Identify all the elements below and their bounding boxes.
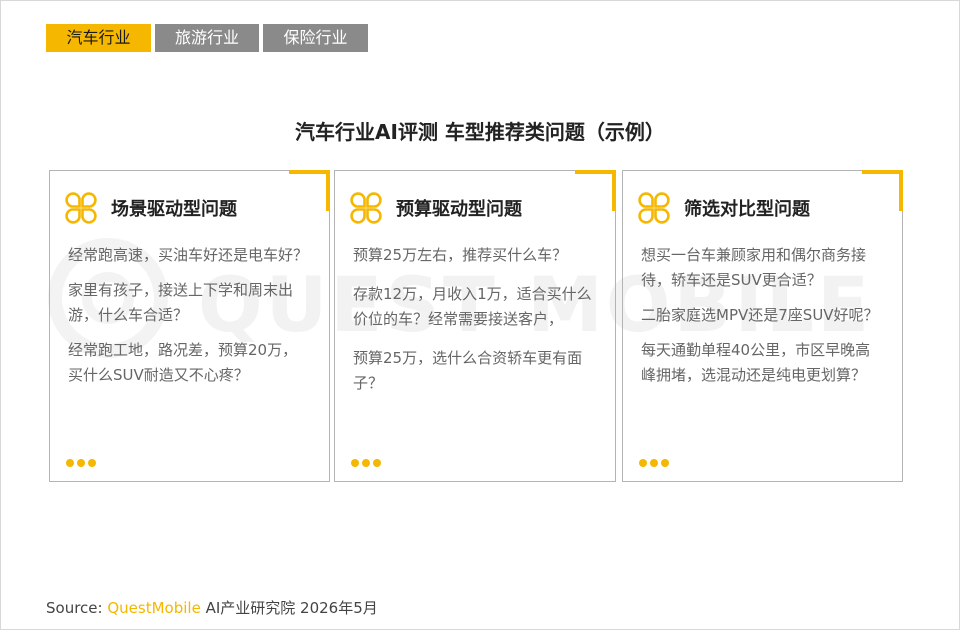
card-scenario: 场景驱动型问题 经常跑高速，买油车好还是电车好？ 家里有孩子，接送上下学和周末出…	[49, 170, 330, 482]
four-leaf-clover-icon	[638, 192, 670, 224]
question-item: 存款12万，月收入1万，适合买什么价位的车？经常需要接送客户，	[353, 285, 592, 328]
question-item: 家里有孩子，接送上下学和周末出游，什么车合适？	[68, 281, 294, 324]
question-list: 预算25万左右，推荐买什么车？ 存款12万，月收入1万，适合买什么价位的车？经常…	[353, 243, 597, 406]
question-item: 预算25万左右，推荐买什么车？	[353, 246, 568, 264]
card-header: 筛选对比型问题	[637, 191, 810, 225]
tab-insurance[interactable]: 保险行业	[263, 24, 368, 52]
tab-auto[interactable]: 汽车行业	[46, 24, 151, 52]
question-item: 经常跑工地，路况差，预算20万，买什么SUV耐造又不心疼？	[68, 341, 298, 384]
question-item: 二胎家庭选MPV还是7座SUV好呢？	[641, 306, 879, 324]
three-dots-icon	[66, 459, 96, 467]
three-dots-icon	[639, 459, 669, 467]
four-leaf-clover-icon	[65, 192, 97, 224]
question-list: 想买一台车兼顾家用和偶尔商务接待，轿车还是SUV更合适？ 二胎家庭选MPV还是7…	[641, 243, 884, 398]
three-dots-icon	[351, 459, 381, 467]
question-list: 经常跑高速，买油车好还是电车好？ 家里有孩子，接送上下学和周末出游，什么车合适？…	[68, 243, 311, 398]
question-item: 经常跑高速，买油车好还是电车好？	[68, 246, 309, 264]
card-header: 场景驱动型问题	[64, 191, 237, 225]
source-note: Source: QuestMobile AI产业研究院 2026年5月	[46, 597, 378, 618]
card-header: 预算驱动型问题	[349, 191, 522, 225]
card-title: 筛选对比型问题	[684, 199, 810, 220]
question-item: 想买一台车兼顾家用和偶尔商务接待，轿车还是SUV更合适？	[641, 246, 867, 289]
card-title: 预算驱动型问题	[396, 199, 522, 220]
source-suffix: AI产业研究院 2026年5月	[200, 599, 378, 617]
card-comparison: 筛选对比型问题 想买一台车兼顾家用和偶尔商务接待，轿车还是SUV更合适？ 二胎家…	[622, 170, 903, 482]
question-item: 每天通勤单程40公里，市区早晚高峰拥堵，选混动还是纯电更划算？	[641, 341, 871, 384]
card-budget: 预算驱动型问题 预算25万左右，推荐买什么车？ 存款12万，月收入1万，适合买什…	[334, 170, 616, 482]
four-leaf-clover-icon	[350, 192, 382, 224]
card-title: 场景驱动型问题	[111, 199, 237, 220]
tab-travel[interactable]: 旅游行业	[155, 24, 259, 52]
question-item: 预算25万，选什么合资轿车更有面子？	[353, 349, 583, 392]
industry-tabs: 汽车行业 旅游行业 保险行业	[46, 24, 368, 52]
source-prefix: Source:	[46, 599, 103, 617]
source-brand: QuestMobile	[107, 599, 201, 617]
page-title: 汽车行业AI评测 车型推荐类问题（示例）	[295, 120, 665, 144]
